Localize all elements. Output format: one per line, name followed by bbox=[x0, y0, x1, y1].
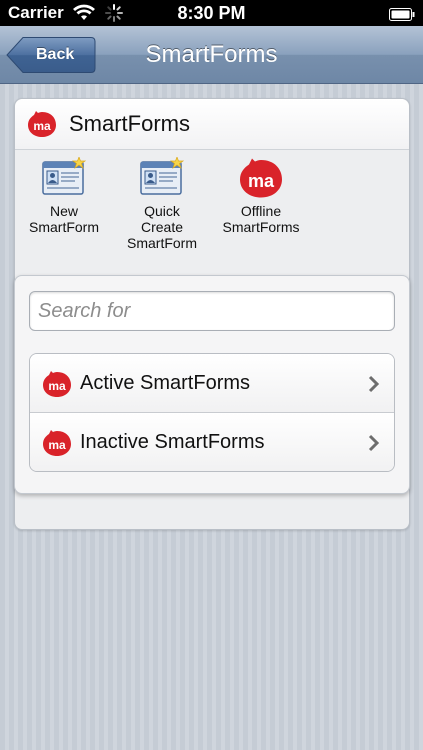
action-label: New bbox=[49, 203, 78, 219]
action-label: SmartForm bbox=[29, 219, 99, 235]
list-item-inactive-smartforms[interactable]: ma Inactive SmartForms bbox=[30, 413, 394, 471]
form-card-icon bbox=[115, 157, 209, 203]
svg-text:ma: ma bbox=[48, 438, 66, 452]
smartforms-list: ma Active SmartForms ma Inactive SmartFo… bbox=[29, 353, 395, 472]
navigation-bar: Back SmartForms bbox=[0, 26, 423, 84]
list-item-label: Active SmartForms bbox=[80, 372, 251, 394]
status-time: 8:30 PM bbox=[177, 3, 246, 23]
panel-title: SmartForms bbox=[69, 111, 190, 136]
ma-logo-icon: ma bbox=[42, 370, 72, 403]
action-label: Offline bbox=[240, 203, 282, 219]
battery-icon bbox=[389, 6, 415, 26]
action-label: Quick bbox=[144, 203, 180, 219]
form-card-icon bbox=[17, 157, 111, 203]
svg-text:ma: ma bbox=[33, 119, 51, 133]
ma-logo-icon: ma bbox=[211, 157, 311, 203]
quick-create-smartform-button[interactable]: Quick Create SmartForm bbox=[115, 157, 209, 251]
smartforms-panel: ma SmartForms New SmartForm Quick Create… bbox=[14, 98, 410, 530]
chevron-right-icon bbox=[368, 434, 380, 457]
search-list-panel: ma Active SmartForms ma Inactive SmartFo… bbox=[14, 275, 410, 494]
action-label: Create bbox=[140, 219, 184, 235]
offline-smartforms-button[interactable]: ma Offline SmartForms bbox=[211, 157, 311, 235]
nav-title: SmartForms bbox=[145, 41, 278, 68]
new-smartform-button[interactable]: New SmartForm bbox=[17, 157, 111, 235]
search-input[interactable] bbox=[29, 291, 395, 331]
action-label: SmartForms bbox=[222, 219, 300, 235]
list-item-active-smartforms[interactable]: ma Active SmartForms bbox=[30, 354, 394, 413]
chevron-right-icon bbox=[368, 375, 380, 398]
status-bar: Carrier 8:30 PM bbox=[0, 0, 423, 26]
panel-header: ma SmartForms bbox=[15, 99, 409, 150]
svg-text:ma: ma bbox=[248, 171, 275, 191]
ma-logo-icon: ma bbox=[42, 429, 72, 462]
list-item-label: Inactive SmartForms bbox=[80, 431, 265, 453]
ma-logo-icon: ma bbox=[27, 110, 57, 143]
svg-text:ma: ma bbox=[48, 379, 66, 393]
action-label: SmartForm bbox=[127, 235, 197, 251]
